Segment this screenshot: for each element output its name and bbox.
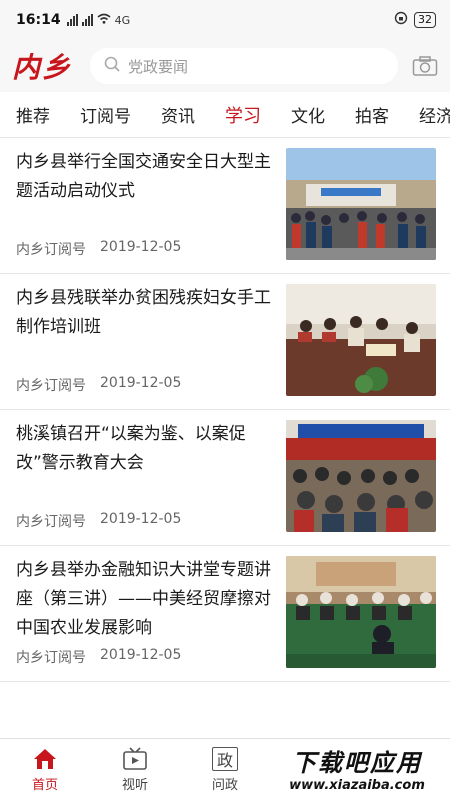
tab-culture[interactable]: 文化: [291, 102, 325, 127]
news-date: 2019-12-05: [100, 511, 182, 527]
watermark-main: 下载吧应用: [292, 749, 422, 777]
tab-subscriptions[interactable]: 订阅号: [80, 102, 131, 127]
tab-photographer[interactable]: 拍客: [355, 102, 389, 127]
news-item[interactable]: 桃溪镇召开“以案为鉴、以案促改”警示教育大会 内乡订阅号 2019-12-05: [0, 410, 450, 546]
zheng-icon: 政: [212, 746, 238, 771]
home-icon: [32, 747, 58, 771]
tab-recommend[interactable]: 推荐: [16, 102, 50, 127]
search-bar[interactable]: 党政要闻: [90, 48, 398, 84]
nav-politics-label: 问政: [211, 777, 238, 793]
news-thumbnail: [286, 148, 436, 260]
news-title: 内乡县举办金融知识大讲堂专题讲座（第三讲）——中美经贸摩擦对中国农业发展影响: [16, 560, 271, 638]
news-item[interactable]: 内乡县举办金融知识大讲堂专题讲座（第三讲）——中美经贸摩擦对中国农业发展影响 内…: [0, 546, 450, 682]
nav-home-label: 首页: [31, 777, 58, 793]
tv-icon: [122, 746, 148, 771]
news-title: 内乡县残联举办贫困残疾妇女手工制作培训班: [16, 288, 271, 337]
battery-icon: 32: [414, 12, 436, 28]
camera-icon[interactable]: [412, 55, 438, 77]
search-icon: [104, 56, 120, 76]
nav-video-label: 视听: [121, 777, 148, 793]
news-title: 桃溪镇召开“以案为鉴、以案促改”警示教育大会: [16, 424, 246, 473]
lock-rotation-icon: [394, 11, 408, 29]
tab-news[interactable]: 资讯: [161, 102, 195, 127]
news-item[interactable]: 内乡县残联举办贫困残疾妇女手工制作培训班 内乡订阅号 2019-12-05: [0, 274, 450, 410]
news-item[interactable]: 内乡县举行全国交通安全日大型主题活动启动仪式 内乡订阅号 2019-12-05: [0, 138, 450, 274]
watermark: 下载吧应用 www.xiazaiba.com: [268, 740, 446, 796]
news-source: 内乡订阅号: [16, 650, 86, 666]
news-date: 2019-12-05: [100, 239, 182, 255]
news-list: 内乡县举行全国交通安全日大型主题活动启动仪式 内乡订阅号 2019-12-05 …: [0, 138, 450, 682]
nav-video[interactable]: 视听: [90, 739, 180, 800]
news-date: 2019-12-05: [100, 375, 182, 391]
nav-politics[interactable]: 政 问政: [180, 739, 270, 800]
status-bar: 16:14 4G 32: [0, 0, 450, 40]
watermark-url: www.xiazaiba.com: [289, 778, 425, 793]
news-thumbnail: [286, 420, 436, 532]
status-time: 16:14: [16, 12, 61, 28]
news-source: 内乡订阅号: [16, 242, 86, 258]
nav-home[interactable]: 首页: [0, 739, 90, 800]
news-title: 内乡县举行全国交通安全日大型主题活动启动仪式: [16, 152, 271, 201]
signal-icon-2: [81, 14, 93, 26]
news-date: 2019-12-05: [100, 647, 182, 663]
wifi-icon: [97, 13, 111, 27]
tab-study[interactable]: 学习: [225, 102, 261, 128]
signal-icon: [66, 14, 78, 26]
news-source: 内乡订阅号: [16, 514, 86, 530]
tab-economy[interactable]: 经济: [419, 102, 450, 127]
news-source: 内乡订阅号: [16, 378, 86, 394]
category-tabs: 推荐 订阅号 资讯 学习 文化 拍客 经济: [0, 92, 450, 138]
network-label: 4G: [114, 13, 131, 27]
app-logo: 内乡: [12, 51, 73, 84]
news-thumbnail: [286, 556, 436, 668]
app-header: 内乡 党政要闻: [0, 40, 450, 92]
news-thumbnail: [286, 284, 436, 396]
search-placeholder: 党政要闻: [128, 57, 189, 76]
